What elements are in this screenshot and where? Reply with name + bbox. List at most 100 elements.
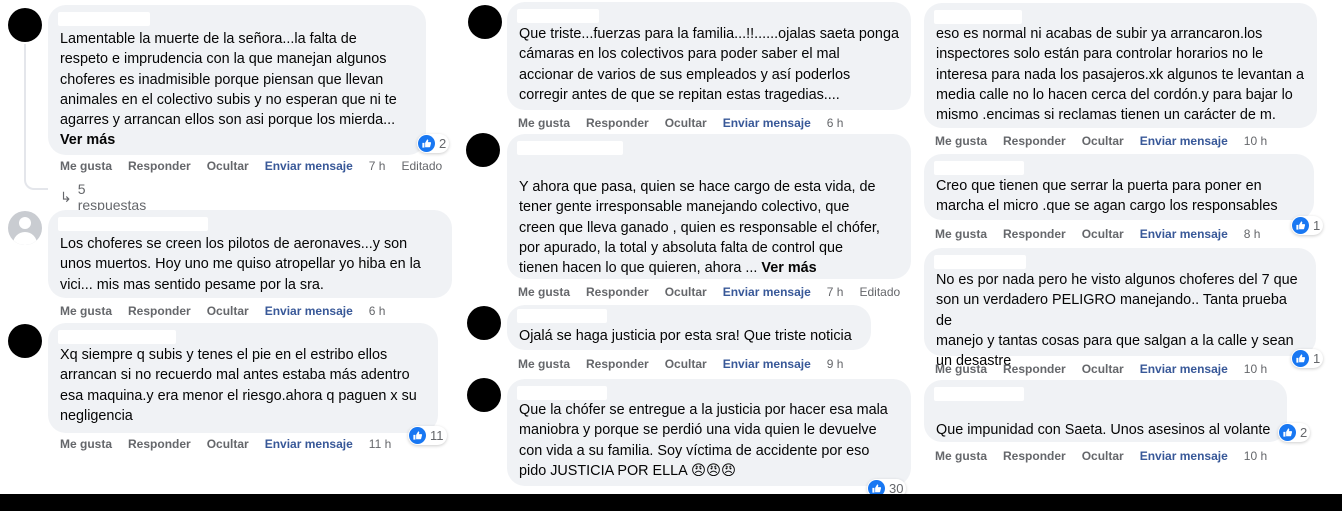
comment-text: Ojalá se haga justicia por esta sra! Que… (519, 328, 852, 344)
reaction-count[interactable]: 1 (1291, 349, 1324, 368)
like-reaction-icon (1292, 217, 1309, 234)
reaction-count[interactable]: 11 (408, 426, 447, 445)
send-message-button[interactable]: Enviar mensaje (1140, 449, 1228, 463)
reply-button[interactable]: Responder (128, 437, 191, 451)
reply-button[interactable]: Responder (1003, 449, 1066, 463)
redacted-author-name (58, 12, 150, 26)
comment-bubble: Los choferes se creen los pilotos de aer… (48, 210, 452, 298)
hide-button[interactable]: Ocultar (1082, 227, 1124, 241)
reaction-count[interactable]: 2 (1278, 423, 1311, 442)
send-message-button[interactable]: Enviar mensaje (723, 285, 811, 299)
hide-button[interactable]: Ocultar (1082, 362, 1124, 376)
hide-button[interactable]: Ocultar (207, 304, 249, 318)
reaction-number: 2 (1300, 425, 1308, 440)
comment-bubble: Que impunidad con Saeta. Unos asesinos a… (924, 380, 1287, 442)
reply-button[interactable]: Responder (586, 116, 649, 130)
send-message-button[interactable]: Enviar mensaje (265, 437, 353, 451)
timestamp[interactable]: 10 h (1244, 134, 1267, 148)
like-button[interactable]: Me gusta (518, 116, 570, 130)
hide-button[interactable]: Ocultar (1082, 449, 1124, 463)
like-reaction-icon (418, 135, 435, 152)
redacted-author-name (517, 309, 607, 323)
comment-body: Y ahora que pasa, quien se hace cargo de… (519, 179, 880, 277)
comment-text: Que la chófer se entregue a la justicia … (519, 402, 888, 479)
default-avatar-icon[interactable] (8, 211, 42, 245)
comment-text: Que triste...fuerzas para la familia...!… (519, 26, 899, 103)
reaction-count[interactable]: 2 (417, 134, 450, 153)
like-button[interactable]: Me gusta (518, 285, 570, 299)
comment-actions: Me gusta Responder Ocultar Enviar mensaj… (518, 285, 916, 299)
like-reaction-icon (409, 427, 426, 444)
like-button[interactable]: Me gusta (60, 159, 112, 173)
reaction-number: 1 (1313, 351, 1321, 366)
send-message-button[interactable]: Enviar mensaje (723, 116, 811, 130)
comment-bubble: Xq siempre q subis y tenes el pie en el … (48, 323, 438, 433)
see-more-link[interactable]: Ver más (60, 130, 414, 150)
avatar[interactable] (468, 5, 502, 39)
send-message-button[interactable]: Enviar mensaje (1140, 362, 1228, 376)
redacted-author-name (934, 255, 1026, 269)
hide-button[interactable]: Ocultar (207, 437, 249, 451)
like-button[interactable]: Me gusta (60, 304, 112, 318)
reply-button[interactable]: Responder (586, 285, 649, 299)
send-message-button[interactable]: Enviar mensaje (1140, 227, 1228, 241)
avatar[interactable] (8, 8, 42, 42)
edited-label: Editado (859, 285, 901, 299)
comment-text: eso es normal ni acabas de subir ya arra… (936, 26, 1305, 124)
comment-text: Creo que tienen que serrar la puerta par… (936, 178, 1278, 215)
hide-button[interactable]: Ocultar (1082, 134, 1124, 148)
comment-text: Xq siempre q subis y tenes el pie en el … (60, 347, 417, 424)
hide-button[interactable]: Ocultar (665, 116, 707, 130)
replies-count: 5 respuestas (77, 181, 147, 213)
like-button[interactable]: Me gusta (935, 362, 987, 376)
like-button[interactable]: Me gusta (935, 449, 987, 463)
reaction-number: 1 (1313, 218, 1321, 233)
timestamp[interactable]: 7 h (369, 159, 386, 173)
reply-button[interactable]: Responder (1003, 134, 1066, 148)
comment-bubble: Y ahora que pasa, quien se hace cargo de… (507, 134, 911, 279)
edited-label: Editado (401, 159, 443, 173)
hide-button[interactable]: Ocultar (665, 285, 707, 299)
like-button[interactable]: Me gusta (60, 437, 112, 451)
like-button[interactable]: Me gusta (518, 357, 570, 371)
reply-button[interactable]: Responder (586, 357, 649, 371)
reply-button[interactable]: Responder (1003, 227, 1066, 241)
comment-actions: Me gusta Responder Ocultar Enviar mensaj… (518, 116, 859, 130)
like-button[interactable]: Me gusta (935, 227, 987, 241)
like-button[interactable]: Me gusta (935, 134, 987, 148)
send-message-button[interactable]: Enviar mensaje (265, 159, 353, 173)
comment-bubble: Lamentable la muerte de la señora...la f… (48, 5, 426, 155)
hide-button[interactable]: Ocultar (665, 357, 707, 371)
timestamp[interactable]: 6 h (827, 116, 844, 130)
thread-line (24, 44, 48, 190)
see-more-link[interactable]: Ver más (761, 260, 816, 276)
comment-actions: Me gusta Responder Ocultar Enviar mensaj… (60, 159, 458, 173)
avatar[interactable] (8, 324, 42, 358)
reaction-count[interactable]: 1 (1291, 216, 1324, 235)
hide-button[interactable]: Ocultar (207, 159, 249, 173)
reply-arrow-icon: ↳ (60, 188, 72, 205)
send-message-button[interactable]: Enviar mensaje (1140, 134, 1228, 148)
timestamp[interactable]: 8 h (1244, 227, 1261, 241)
avatar[interactable] (467, 306, 501, 340)
avatar[interactable] (466, 133, 500, 167)
comment-actions: Me gusta Responder Ocultar Enviar mensaj… (935, 227, 1276, 241)
reply-button[interactable]: Responder (1003, 362, 1066, 376)
timestamp[interactable]: 11 h (369, 437, 391, 451)
redacted-author-name (934, 387, 1024, 401)
timestamp[interactable]: 10 h (1244, 449, 1267, 463)
avatar[interactable] (467, 378, 501, 412)
view-replies-link[interactable]: ↳ 5 respuestas (60, 181, 146, 213)
redacted-author-name (517, 141, 623, 155)
send-message-button[interactable]: Enviar mensaje (265, 304, 353, 318)
send-message-button[interactable]: Enviar mensaje (723, 357, 811, 371)
timestamp[interactable]: 6 h (369, 304, 386, 318)
reply-button[interactable]: Responder (128, 304, 191, 318)
reaction-number: 2 (439, 136, 447, 151)
timestamp[interactable]: 7 h (827, 285, 844, 299)
reply-button[interactable]: Responder (128, 159, 191, 173)
redacted-author-name (517, 9, 599, 23)
timestamp[interactable]: 10 h (1244, 362, 1267, 376)
comment-bubble: Creo que tienen que serrar la puerta par… (924, 154, 1314, 220)
timestamp[interactable]: 9 h (827, 357, 844, 371)
